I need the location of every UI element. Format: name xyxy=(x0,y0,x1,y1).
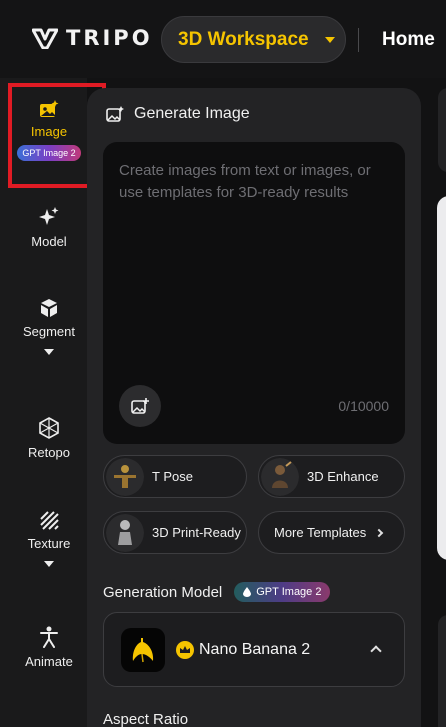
workspace-label: 3D Workspace xyxy=(178,28,309,50)
sparkles-icon xyxy=(39,207,59,225)
drop-icon xyxy=(243,587,252,597)
aspect-ratio-label: Aspect Ratio xyxy=(103,711,189,727)
sidebar-item-retopo[interactable]: Retopo xyxy=(0,417,98,460)
expand-caret-icon[interactable] xyxy=(44,349,54,355)
right-panel-edge xyxy=(438,615,446,727)
crown-glyph xyxy=(180,646,190,653)
image-upload-icon xyxy=(131,398,149,414)
cube-icon xyxy=(41,299,57,317)
sidebar-item-label: Animate xyxy=(25,654,73,669)
upload-image-button[interactable] xyxy=(119,385,161,427)
tripo-logo[interactable]: TRIPO xyxy=(32,26,153,50)
texture-stripes-icon xyxy=(40,511,59,530)
panel-title: Generate Image xyxy=(106,105,250,123)
gpt-badge-text: GPT Image 2 xyxy=(256,586,322,598)
template-t-pose[interactable]: T Pose xyxy=(103,455,247,498)
chevron-right-icon xyxy=(375,528,384,537)
panel-title-text: Generate Image xyxy=(134,105,250,122)
mesh-icon xyxy=(39,417,59,439)
generation-model-header: Generation Model GPT Image 2 xyxy=(103,582,331,602)
sidebar-item-label: Segment xyxy=(22,324,76,339)
crown-icon xyxy=(176,641,194,659)
template-label: T Pose xyxy=(152,469,193,484)
generate-image-panel: Generate Image Create images from text o… xyxy=(87,88,421,727)
preview-canvas-edge xyxy=(437,196,446,560)
sidebar-item-segment[interactable]: Segment xyxy=(0,298,98,355)
divider xyxy=(358,28,359,52)
template-3d-enhance[interactable]: 3D Enhance xyxy=(258,455,405,498)
sidebar-item-model[interactable]: Model xyxy=(0,206,98,249)
generation-model-label: Generation Model xyxy=(103,583,223,601)
enhance-thumbnail xyxy=(261,457,299,496)
sidebar-item-label: Texture xyxy=(27,536,71,551)
template-label: 3D Print-Ready xyxy=(152,525,241,540)
sidebar-item-label: Retopo xyxy=(28,445,70,460)
workspace-dropdown[interactable]: 3D Workspace xyxy=(161,16,346,63)
t-pose-thumbnail xyxy=(106,457,144,496)
image-sparkle-icon xyxy=(106,106,124,122)
top-bar: TRIPO 3D Workspace Home xyxy=(0,0,446,78)
expand-caret-icon[interactable] xyxy=(44,561,54,567)
sidebar-item-animate[interactable]: Animate xyxy=(0,626,98,669)
figure-icon xyxy=(40,626,58,648)
sidebar-item-label: Model xyxy=(31,234,67,249)
prompt-textarea[interactable]: Create images from text or images, or us… xyxy=(103,142,405,444)
prompt-placeholder: Create images from text or images, or us… xyxy=(119,162,371,201)
template-3d-print-ready[interactable]: 3D Print-Ready xyxy=(103,511,247,554)
selected-model-name: Nano Banana 2 xyxy=(199,641,311,658)
banana-icon xyxy=(121,628,165,672)
banana-glyph xyxy=(132,638,154,663)
right-panel-edge xyxy=(438,88,446,172)
tripo-logo-icon xyxy=(32,28,58,49)
sidebar-item-texture[interactable]: Texture xyxy=(0,510,98,567)
template-label: 3D Enhance xyxy=(307,469,379,484)
model-select-dropdown[interactable]: Nano Banana 2 xyxy=(103,612,405,687)
template-label: More Templates xyxy=(274,525,367,540)
brand-name: TRIPO xyxy=(66,26,153,50)
home-link[interactable]: Home xyxy=(382,29,435,51)
more-templates-button[interactable]: More Templates xyxy=(258,511,405,554)
caret-down-icon xyxy=(324,36,335,43)
chevron-up-icon xyxy=(370,645,382,657)
statue-thumbnail xyxy=(106,513,144,552)
gpt-image-badge: GPT Image 2 xyxy=(234,582,331,602)
character-counter: 0/10000 xyxy=(338,398,389,414)
